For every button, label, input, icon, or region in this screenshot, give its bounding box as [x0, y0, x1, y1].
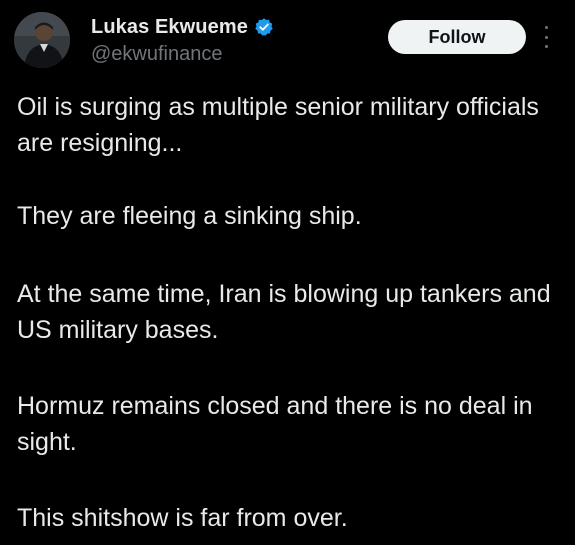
tweet-paragraph-3: At the same time, Iran is blowing up tan… [17, 280, 551, 344]
tweet-card: Lukas Ekwueme @ekwufinance Follow Oil is… [0, 0, 575, 545]
verified-badge-icon [254, 17, 274, 37]
tweet-paragraph-4: Hormuz remains closed and there is no de… [17, 392, 533, 456]
tweet-paragraph-1: Oil is surging as multiple senior milita… [17, 93, 539, 157]
more-dot [544, 35, 548, 39]
more-vertical-icon[interactable] [537, 26, 555, 48]
tweet-paragraph-2: They are fleeing a sinking ship. [17, 202, 362, 230]
more-dot [544, 26, 548, 29]
author-name-row: Lukas Ekwueme [91, 13, 274, 41]
tweet-paragraph-5: This shitshow is far from over. [17, 504, 348, 532]
author-display-name[interactable]: Lukas Ekwueme [91, 16, 248, 39]
more-dot [544, 45, 548, 48]
follow-button[interactable]: Follow [388, 20, 526, 54]
avatar[interactable] [14, 12, 70, 68]
author-handle[interactable]: @ekwufinance [91, 43, 222, 66]
avatar-image [14, 12, 70, 68]
